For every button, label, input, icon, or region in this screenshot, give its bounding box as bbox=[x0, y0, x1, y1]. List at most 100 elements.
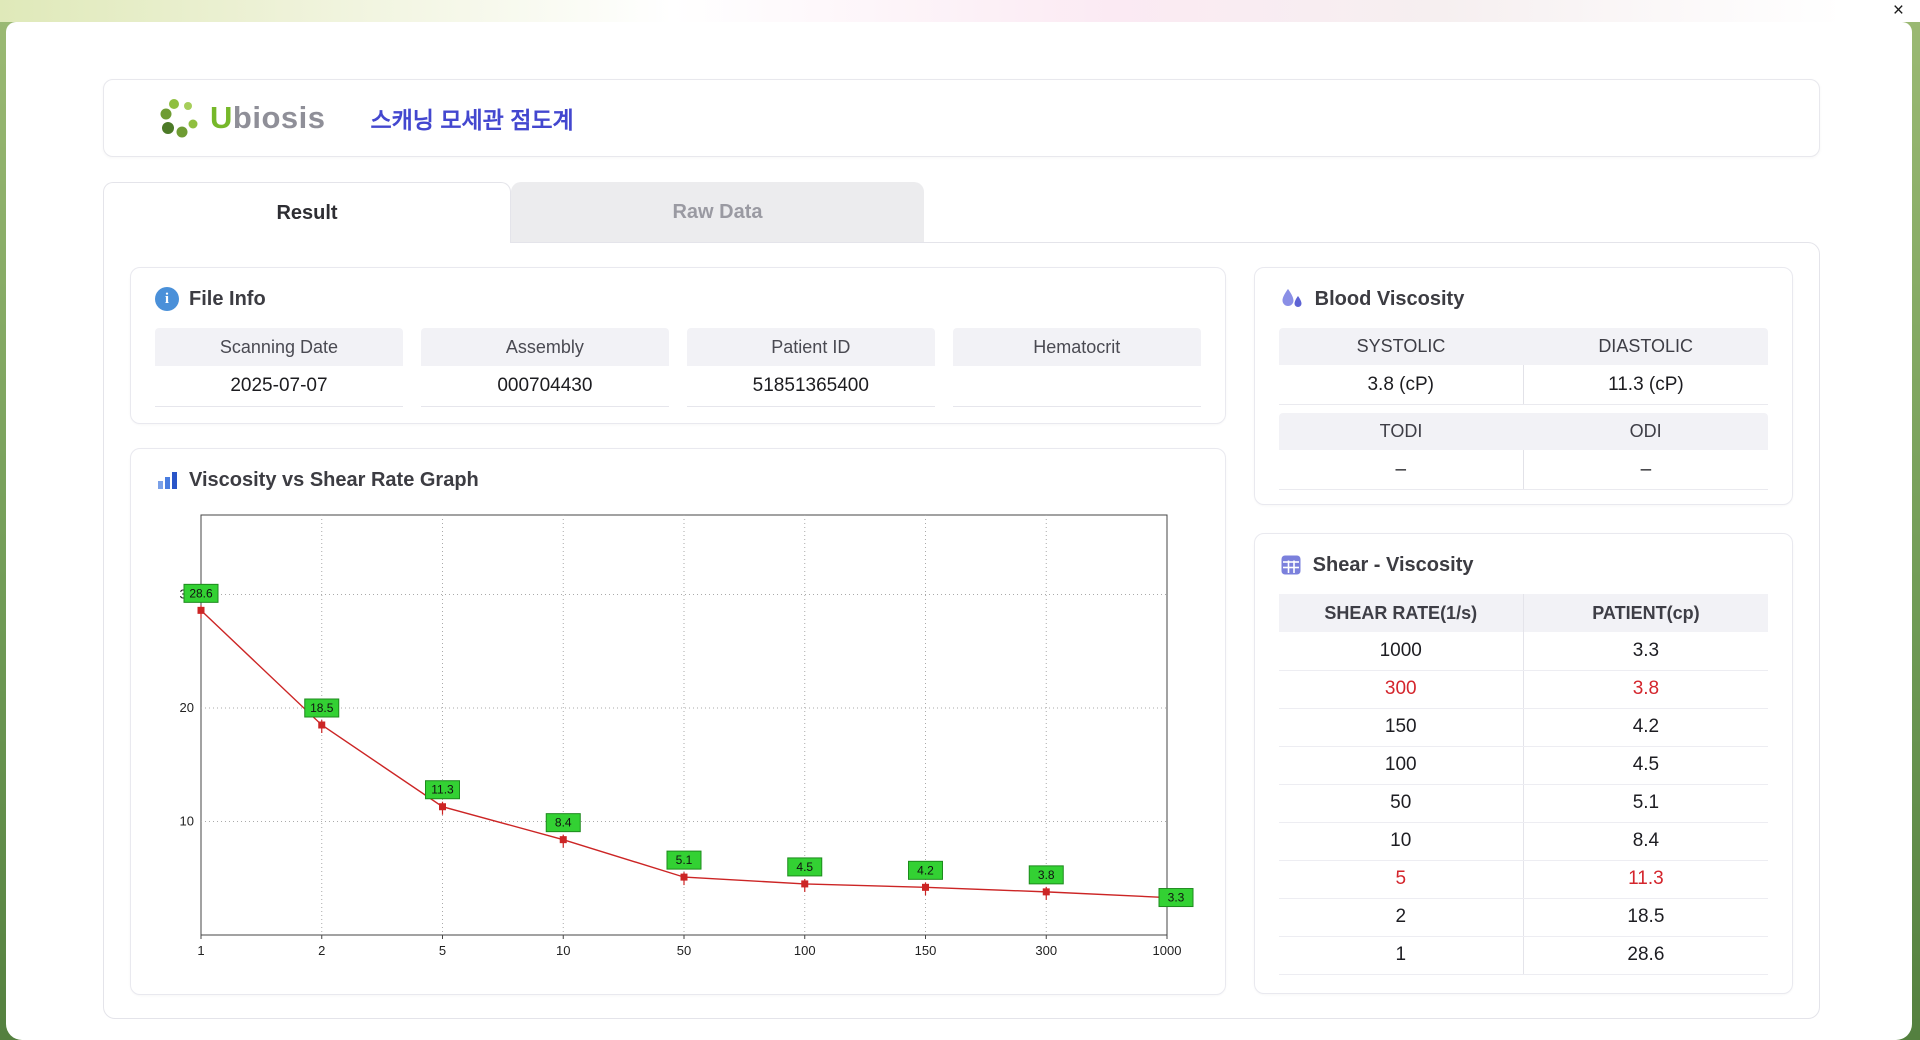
bv-value-diastolic: 11.3 (cP) bbox=[1522, 365, 1768, 404]
content: Ubiosis 스캐닝 모세관 점도계 Result Raw Data i Fi… bbox=[6, 22, 1820, 1019]
svg-text:100: 100 bbox=[794, 943, 816, 958]
bv-header-row: SYSTOLIC DIASTOLIC bbox=[1278, 328, 1768, 365]
field-hematocrit: Hematocrit bbox=[952, 328, 1201, 407]
cell-patient: 4.5 bbox=[1523, 746, 1768, 785]
cell-patient: 11.3 bbox=[1523, 860, 1768, 899]
cell-patient: 3.3 bbox=[1523, 632, 1768, 671]
logo-rest: biosis bbox=[232, 100, 326, 135]
header-card: Ubiosis 스캐닝 모세관 점도계 bbox=[103, 79, 1820, 157]
graph-card: Viscosity vs Shear Rate Graph 1020301251… bbox=[130, 448, 1226, 995]
tab-raw-data[interactable]: Raw Data bbox=[511, 182, 924, 242]
svg-text:4.2: 4.2 bbox=[917, 863, 934, 877]
top-strip: × bbox=[0, 0, 1920, 22]
section-title: Blood Viscosity bbox=[1314, 287, 1465, 310]
bv-value-odi: – bbox=[1522, 450, 1768, 489]
field-label: Assembly bbox=[420, 328, 669, 366]
info-icon: i bbox=[155, 287, 179, 311]
cell-patient: 8.4 bbox=[1523, 822, 1768, 861]
svg-text:50: 50 bbox=[677, 943, 691, 958]
cell-patient: 18.5 bbox=[1523, 898, 1768, 937]
svg-text:150: 150 bbox=[915, 943, 937, 958]
field-scanning-date: Scanning Date 2025-07-07 bbox=[155, 328, 403, 407]
field-label: Hematocrit bbox=[952, 328, 1201, 366]
left-column: i File Info Scanning Date 2025-07-07 Ass… bbox=[130, 267, 1226, 995]
col-shear-rate: SHEAR RATE(1/s) bbox=[1278, 594, 1524, 632]
file-info-fields: Scanning Date 2025-07-07 Assembly 000704… bbox=[155, 328, 1201, 407]
tab-result[interactable]: Result bbox=[103, 182, 511, 243]
cell-patient: 5.1 bbox=[1523, 784, 1768, 823]
cell-patient: 28.6 bbox=[1523, 936, 1768, 975]
svg-text:18.5: 18.5 bbox=[310, 701, 334, 715]
field-patient-id: Patient ID 51851365400 bbox=[686, 328, 935, 407]
shear-viscosity-title: Shear - Viscosity bbox=[1279, 550, 1768, 580]
tab-bar: Result Raw Data bbox=[103, 182, 1820, 243]
close-button[interactable]: × bbox=[1893, 0, 1904, 22]
cell-shear: 1 bbox=[1278, 936, 1524, 975]
table-row: 300 3.8 bbox=[1278, 670, 1768, 709]
cell-shear: 1000 bbox=[1278, 632, 1524, 671]
blood-viscosity-card: Blood Viscosity SYSTOLIC DIASTOLIC 3.8 (… bbox=[1253, 267, 1793, 505]
content-panel: i File Info Scanning Date 2025-07-07 Ass… bbox=[103, 242, 1820, 1019]
table-row: 10 8.4 bbox=[1278, 822, 1768, 861]
file-info-card: i File Info Scanning Date 2025-07-07 Ass… bbox=[130, 267, 1226, 424]
svg-text:4.5: 4.5 bbox=[796, 860, 813, 874]
svg-text:5: 5 bbox=[439, 943, 446, 958]
section-title: File Info bbox=[189, 287, 266, 310]
blood-viscosity-title: Blood Viscosity bbox=[1279, 284, 1768, 314]
bv-header-todi: TODI bbox=[1379, 421, 1423, 441]
graph-title-row: Viscosity vs Shear Rate Graph bbox=[155, 465, 1201, 495]
field-value: 2025-07-07 bbox=[230, 375, 328, 396]
bv-value-row: 3.8 (cP) 11.3 (cP) bbox=[1278, 365, 1768, 405]
cell-shear: 50 bbox=[1278, 784, 1524, 823]
cell-shear: 5 bbox=[1278, 860, 1524, 899]
svg-text:300: 300 bbox=[1035, 943, 1057, 958]
logo-prefix: U bbox=[210, 100, 233, 135]
bv-header-systolic: SYSTOLIC bbox=[1356, 336, 1446, 356]
svg-text:5.1: 5.1 bbox=[676, 853, 693, 867]
app-title: 스캐닝 모세관 점도계 bbox=[370, 107, 574, 133]
right-column: Blood Viscosity SYSTOLIC DIASTOLIC 3.8 (… bbox=[1253, 267, 1793, 994]
bar-chart-icon bbox=[158, 472, 177, 489]
svg-text:3.8: 3.8 bbox=[1038, 868, 1055, 882]
section-title: Viscosity vs Shear Rate Graph bbox=[189, 468, 479, 491]
cell-shear: 100 bbox=[1278, 746, 1524, 785]
logo-text: Ubiosis bbox=[210, 100, 325, 136]
svg-text:3.3: 3.3 bbox=[1168, 891, 1185, 905]
table-row: 50 5.1 bbox=[1278, 784, 1768, 823]
table-row: 1000 3.3 bbox=[1278, 632, 1768, 671]
bv-header-row-2: TODI ODI bbox=[1278, 413, 1768, 450]
field-value: 51851365400 bbox=[752, 375, 869, 396]
ubiosis-logo: Ubiosis bbox=[158, 96, 325, 140]
table-row: 2 18.5 bbox=[1278, 898, 1768, 937]
field-value bbox=[953, 366, 1201, 406]
svg-text:2: 2 bbox=[318, 943, 325, 958]
svg-text:10: 10 bbox=[180, 813, 194, 828]
shear-table: SHEAR RATE(1/s) PATIENT(cp) 1000 3.3 300 bbox=[1278, 594, 1768, 975]
table-row: 5 11.3 bbox=[1278, 860, 1768, 899]
bv-value-row-2: – – bbox=[1278, 450, 1768, 490]
field-assembly: Assembly 000704430 bbox=[420, 328, 669, 407]
bv-header-odi: ODI bbox=[1629, 421, 1662, 441]
cell-shear: 10 bbox=[1278, 822, 1524, 861]
svg-text:20: 20 bbox=[180, 700, 194, 715]
svg-text:8.4: 8.4 bbox=[555, 816, 572, 830]
droplet-icon bbox=[1282, 289, 1302, 307]
cell-patient: 4.2 bbox=[1523, 708, 1768, 747]
bv-value-systolic: 3.8 (cP) bbox=[1367, 373, 1434, 395]
app-window: Ubiosis 스캐닝 모세관 점도계 Result Raw Data i Fi… bbox=[6, 22, 1912, 1040]
field-label: Scanning Date bbox=[155, 328, 403, 366]
viscosity-chart: 1020301251050100150300100028.618.511.38.… bbox=[180, 514, 1194, 958]
svg-text:28.6: 28.6 bbox=[189, 586, 213, 600]
grid-icon bbox=[1281, 555, 1301, 575]
file-info-title: i File Info bbox=[155, 284, 1201, 314]
bv-value-todi: – bbox=[1395, 458, 1407, 480]
cell-patient: 3.8 bbox=[1523, 670, 1768, 709]
svg-text:11.3: 11.3 bbox=[431, 783, 454, 797]
field-label: Patient ID bbox=[686, 328, 935, 366]
table-header-row: SHEAR RATE(1/s) PATIENT(cp) bbox=[1278, 594, 1768, 632]
cell-shear: 2 bbox=[1278, 898, 1524, 937]
table-row: 150 4.2 bbox=[1278, 708, 1768, 747]
logo-dots-icon bbox=[160, 99, 198, 138]
table-row: 1 28.6 bbox=[1278, 936, 1768, 975]
svg-text:10: 10 bbox=[556, 943, 570, 958]
